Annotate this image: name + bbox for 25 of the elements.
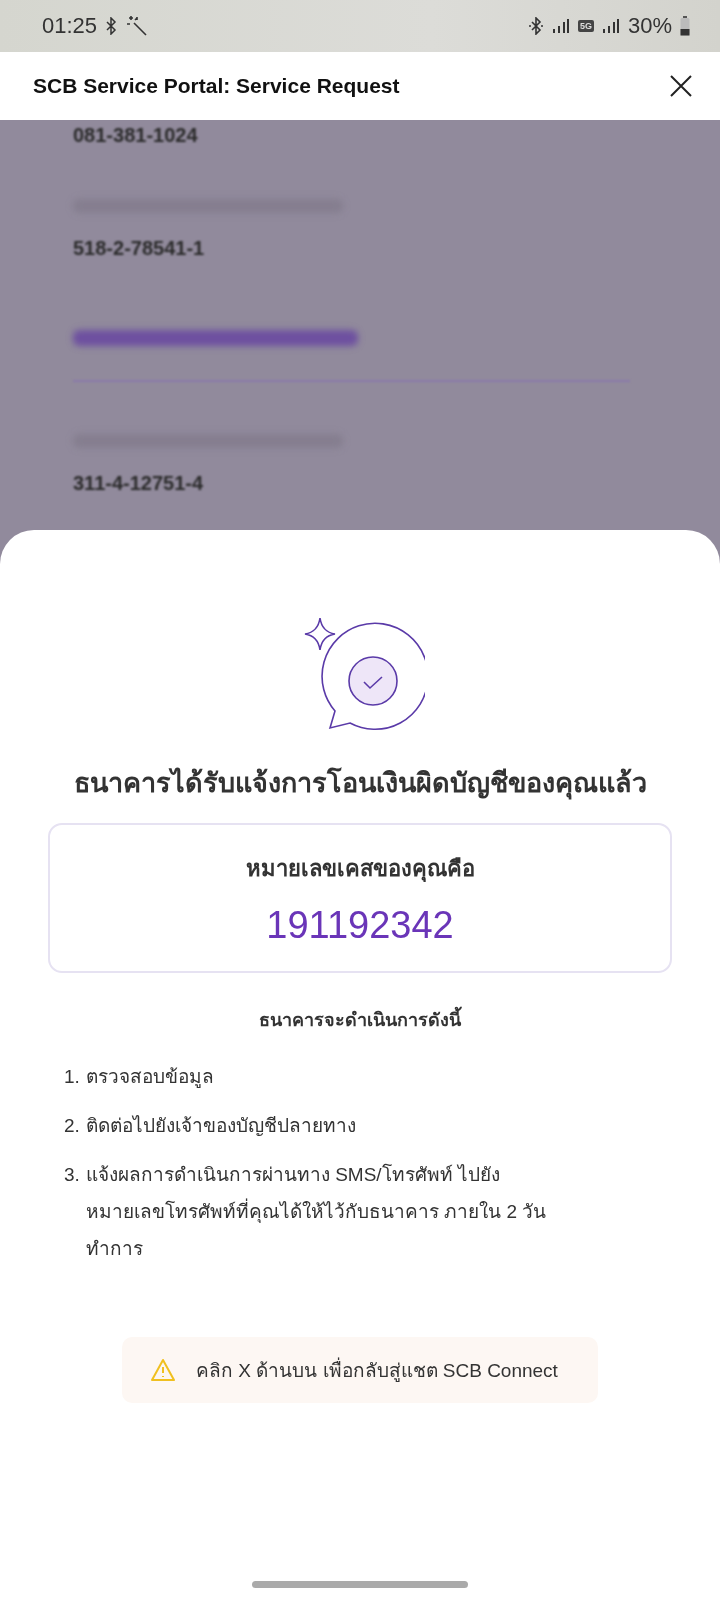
bluetooth-icon bbox=[527, 17, 544, 35]
success-heading: ธนาคารได้รับแจ้งการโอนเงินผิดบัญชีของคุณแล้ว bbox=[72, 766, 648, 802]
notice-text: คลิก X ด้านบน เพื่อกลับสู่แชต SCB Connect bbox=[196, 1355, 558, 1385]
step-text: แจ้งผลการดำเนินการผ่านทาง SMS/โทรศัพท์ ไปยังหมายเลขโทรศัพท์ที่คุณได้ให้ไว้กับธนาคาร ภายใน 2 วันทำการ bbox=[85, 1162, 548, 1261]
network-badge: 5G bbox=[577, 20, 594, 32]
step-text: ติดต่อไปยังเจ้าของบัญชีปลายทาง bbox=[85, 1114, 357, 1138]
battery-icon bbox=[680, 16, 690, 36]
step-text: ตรวจสอบข้อมูล bbox=[85, 1065, 215, 1090]
step-number: 1. bbox=[64, 1065, 80, 1089]
account-number: 311-4-12751-4 bbox=[73, 472, 204, 495]
signal-icon bbox=[601, 18, 620, 34]
steps-title: ธนาคารจะดำเนินการดังนี้ bbox=[259, 1005, 461, 1034]
battery-percent: 30% bbox=[627, 13, 672, 39]
step-number: 2. bbox=[64, 1114, 80, 1138]
case-number: 191192342 bbox=[266, 904, 454, 947]
close-icon bbox=[670, 75, 692, 97]
account-number: 081-381-1024 bbox=[73, 124, 198, 147]
warning-icon bbox=[150, 1358, 176, 1382]
clock: 01:25 bbox=[42, 13, 98, 39]
step-number: 3. bbox=[64, 1163, 80, 1187]
bluetooth-icon bbox=[105, 17, 118, 35]
account-number: 518-2-78541-1 bbox=[73, 237, 205, 260]
page-title: SCB Service Portal: Service Request bbox=[33, 74, 400, 98]
signal-icon bbox=[551, 18, 570, 34]
case-label: หมายเลขเคสของคุณคือ bbox=[245, 855, 475, 884]
